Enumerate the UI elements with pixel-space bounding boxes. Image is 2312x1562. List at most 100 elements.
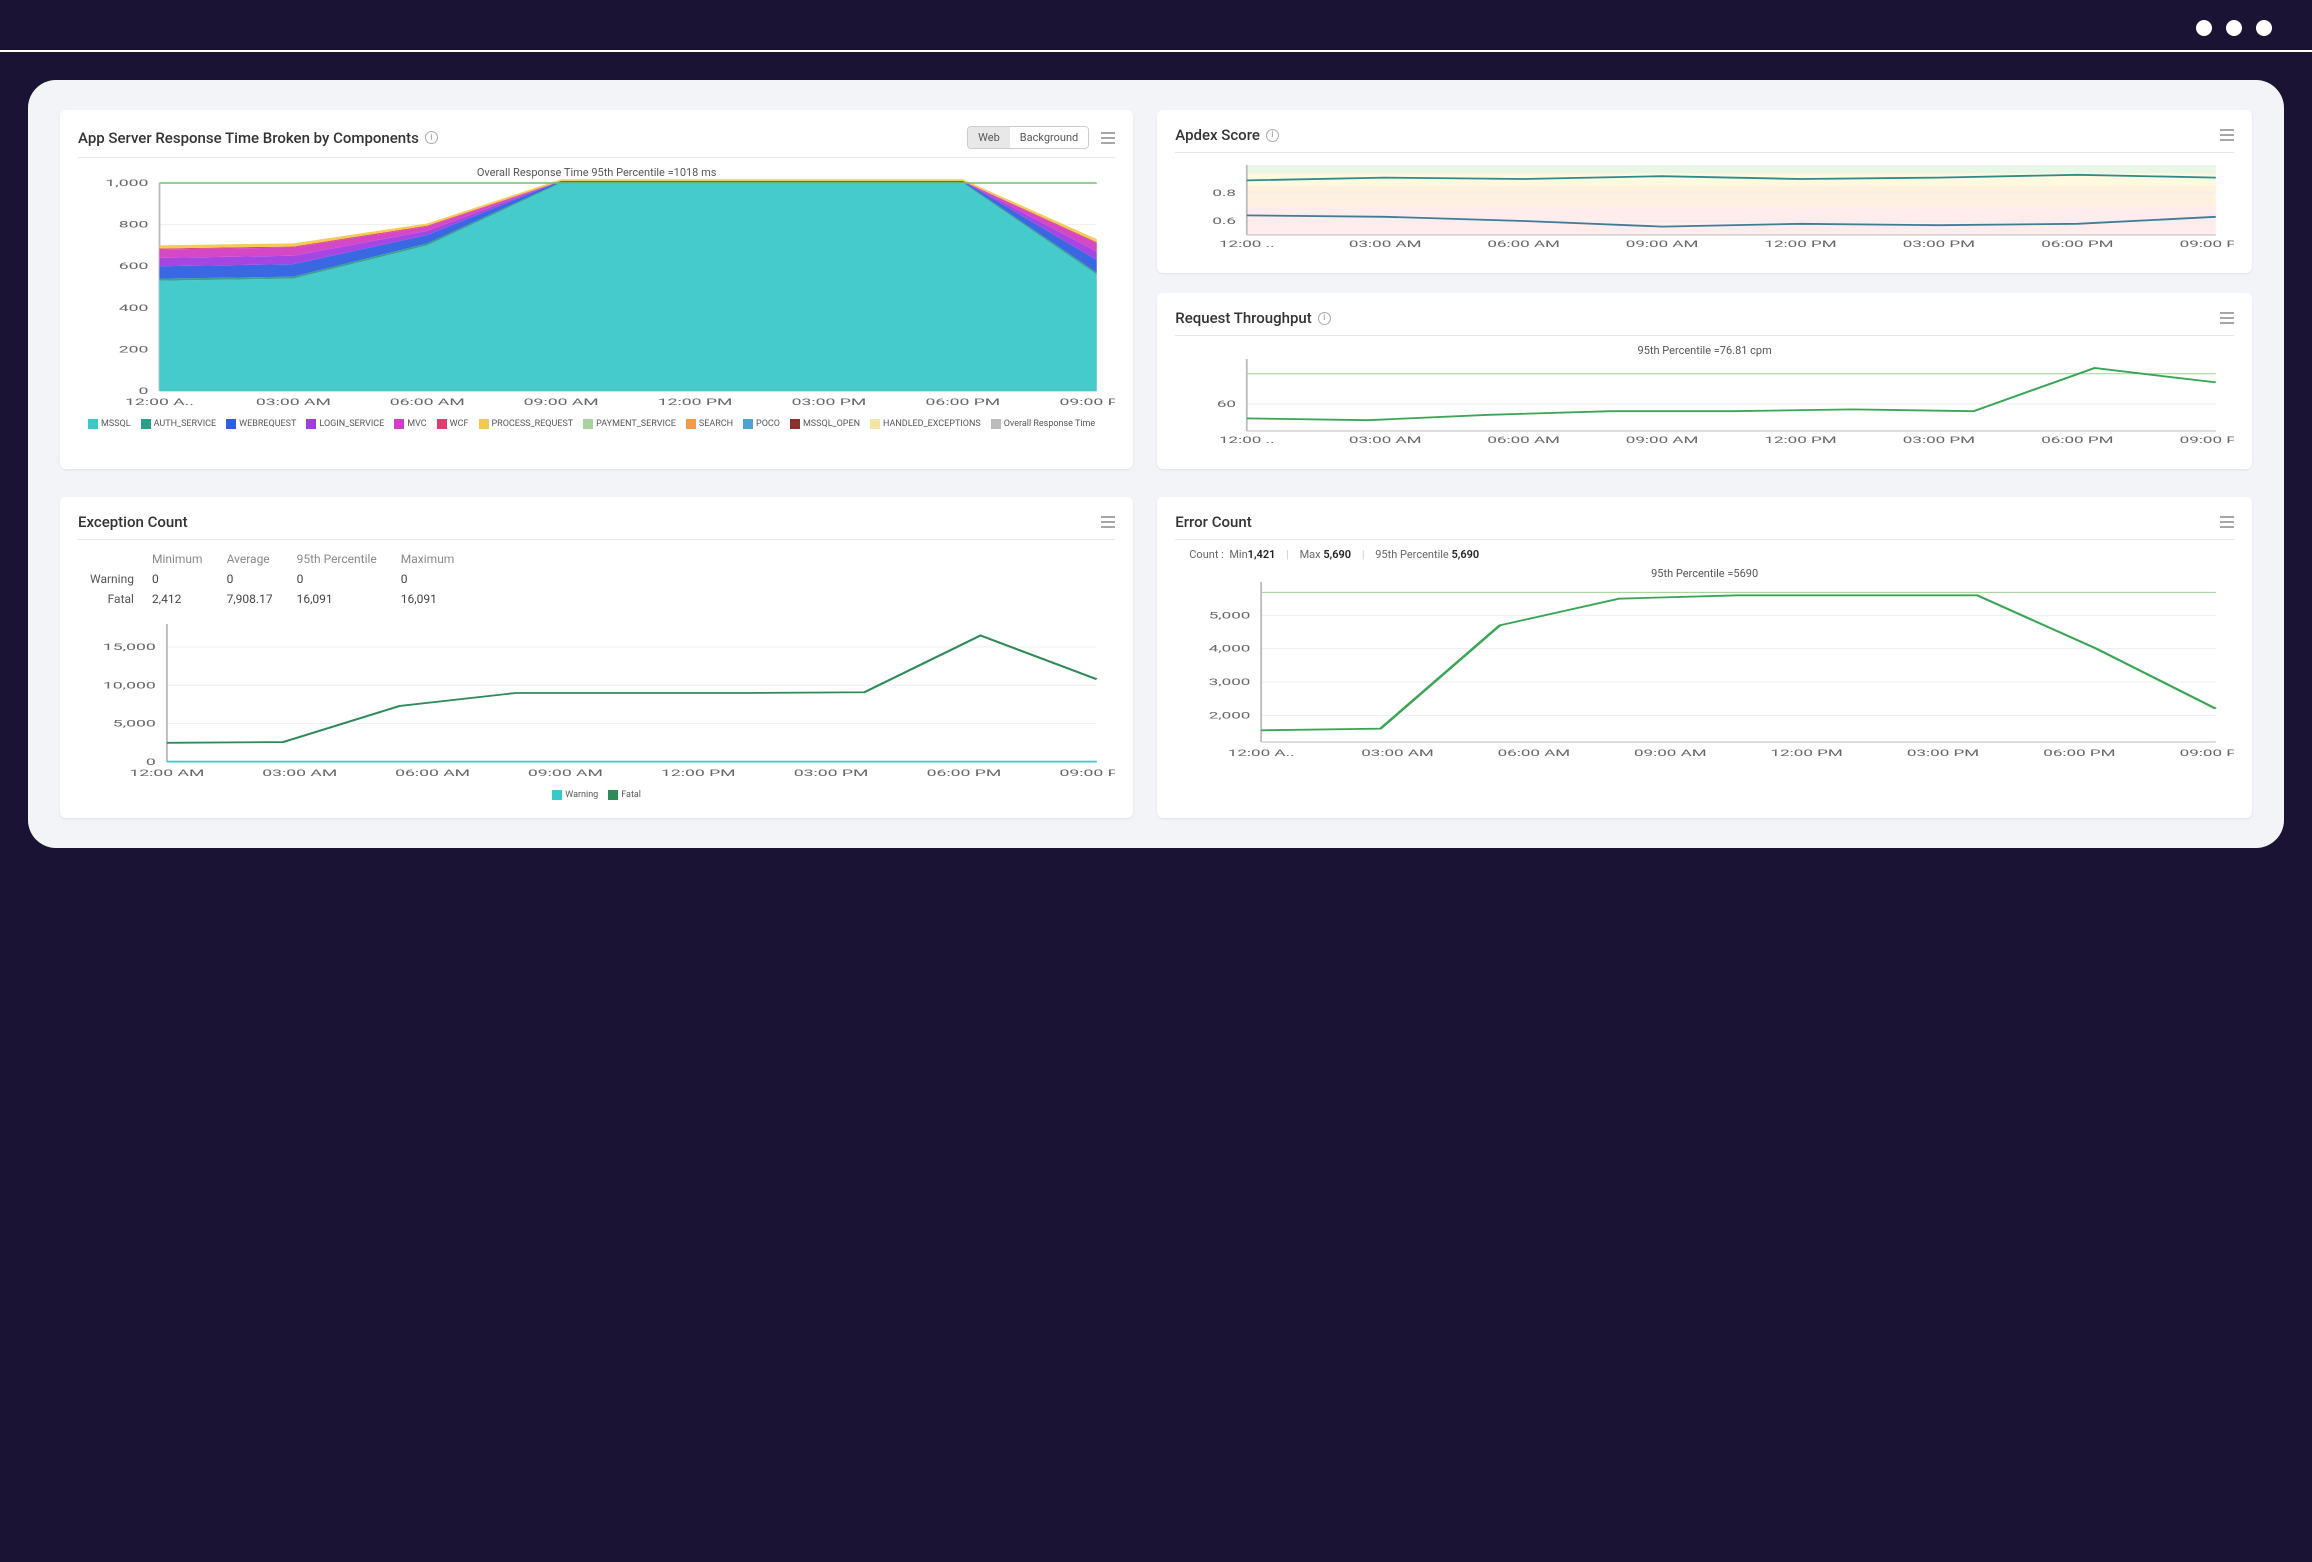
card-menu-icon[interactable] xyxy=(2220,516,2234,528)
card-title: Error Count xyxy=(1175,513,1251,531)
legend-item[interactable]: Fatal xyxy=(608,790,641,800)
legend-label: Fatal xyxy=(621,790,641,800)
legend-item[interactable]: Warning xyxy=(552,790,598,800)
svg-text:5,000: 5,000 xyxy=(1209,610,1251,621)
table-row: Fatal 2,412 7,908.17 16,091 16,091 xyxy=(90,590,476,608)
col-maximum: Maximum xyxy=(401,550,477,568)
svg-text:800: 800 xyxy=(119,220,149,231)
toggle-web-background[interactable]: Web Background xyxy=(967,126,1089,149)
svg-text:09:00 PM: 09:00 PM xyxy=(2180,239,2234,250)
dashboard-body: App Server Response Time Broken by Compo… xyxy=(28,80,2284,848)
legend-swatch xyxy=(743,419,753,429)
legend-swatch xyxy=(306,419,316,429)
max-label: Max xyxy=(1300,548,1321,561)
toggle-background[interactable]: Background xyxy=(1010,127,1088,148)
error-count-summary: Count : Min1,421 | Max 5,690 | 95th Perc… xyxy=(1189,548,2234,561)
cell: 0 xyxy=(227,570,295,588)
legend-label: LOGIN_SERVICE xyxy=(319,419,384,429)
svg-text:06:00 PM: 06:00 PM xyxy=(2042,239,2114,250)
legend-swatch xyxy=(141,419,151,429)
legend-label: HANDLED_EXCEPTIONS xyxy=(883,419,981,429)
legend-label: PROCESS_REQUEST xyxy=(492,419,574,429)
legend-item[interactable]: MSSQL xyxy=(88,419,131,429)
min-value: 1,421 xyxy=(1248,548,1276,561)
card-menu-icon[interactable] xyxy=(1101,516,1115,528)
svg-text:10,000: 10,000 xyxy=(103,680,156,691)
svg-text:03:00 PM: 03:00 PM xyxy=(1903,239,1975,250)
legend-item[interactable]: Overall Response Time xyxy=(991,419,1095,429)
legend-item[interactable]: MSSQL_OPEN xyxy=(790,419,860,429)
cell: 2,412 xyxy=(152,590,225,608)
card-apdex: Apdex Score i 0.60.812:00 ..03:00 AM06:0… xyxy=(1157,110,2252,273)
svg-text:06:00 AM: 06:00 AM xyxy=(395,768,470,779)
card-menu-icon[interactable] xyxy=(1101,132,1115,144)
legend-label: SEARCH xyxy=(699,419,733,429)
svg-text:03:00 AM: 03:00 AM xyxy=(1361,748,1434,759)
card-exception: Exception Count Minimum Average 95th Per… xyxy=(60,497,1133,818)
svg-text:06:00 PM: 06:00 PM xyxy=(927,768,1002,779)
card-title: App Server Response Time Broken by Compo… xyxy=(78,129,438,147)
row-label: Warning xyxy=(90,570,150,588)
p95-label: 95th Percentile xyxy=(1375,548,1449,561)
window-control-dot[interactable] xyxy=(2256,20,2272,36)
exception-stat-table: Minimum Average 95th Percentile Maximum … xyxy=(88,548,478,610)
chart-subtitle: 95th Percentile =76.81 cpm xyxy=(1175,344,2234,357)
svg-text:12:00 ..: 12:00 .. xyxy=(1219,435,1275,446)
svg-text:0.8: 0.8 xyxy=(1213,188,1237,199)
card-menu-icon[interactable] xyxy=(2220,312,2234,324)
legend-item[interactable]: AUTH_SERVICE xyxy=(141,419,217,429)
svg-text:03:00 AM: 03:00 AM xyxy=(1349,239,1422,250)
info-icon[interactable]: i xyxy=(425,131,438,144)
svg-text:09:00 PM: 09:00 PM xyxy=(2180,748,2234,759)
card-menu-icon[interactable] xyxy=(2220,129,2234,141)
col-average: Average xyxy=(227,550,295,568)
row-label: Fatal xyxy=(90,590,150,608)
svg-text:09:00 AM: 09:00 AM xyxy=(1626,239,1699,250)
svg-text:09:00 PM: 09:00 PM xyxy=(1059,397,1115,408)
legend-label: MSSQL xyxy=(101,419,131,429)
chart-subtitle: Overall Response Time 95th Percentile =1… xyxy=(78,166,1115,179)
legend-item[interactable]: WEBREQUEST xyxy=(226,419,296,429)
cell: 0 xyxy=(401,570,477,588)
legend-label: MSSQL_OPEN xyxy=(803,419,860,429)
legend-item[interactable]: POCO xyxy=(743,419,780,429)
info-icon[interactable]: i xyxy=(1266,129,1279,142)
legend-swatch xyxy=(437,419,447,429)
window-control-dot[interactable] xyxy=(2196,20,2212,36)
legend-swatch xyxy=(88,419,98,429)
legend-swatch xyxy=(790,419,800,429)
svg-text:60: 60 xyxy=(1217,399,1236,410)
chart-subtitle: 95th Percentile =5690 xyxy=(1175,567,2234,580)
card-error: Error Count Count : Min1,421 | Max 5,690… xyxy=(1157,497,2252,818)
legend-exception: Warning Fatal xyxy=(78,790,1115,800)
svg-text:03:00 PM: 03:00 PM xyxy=(1903,435,1975,446)
card-title-text: Error Count xyxy=(1175,513,1251,531)
legend-label: WCF xyxy=(450,419,469,429)
svg-text:15,000: 15,000 xyxy=(103,642,156,653)
legend-swatch xyxy=(608,790,618,800)
svg-text:06:00 AM: 06:00 AM xyxy=(1488,239,1561,250)
legend-item[interactable]: PAYMENT_SERVICE xyxy=(583,419,676,429)
legend-item[interactable]: LOGIN_SERVICE xyxy=(306,419,384,429)
svg-text:03:00 PM: 03:00 PM xyxy=(794,768,869,779)
legend-item[interactable]: SEARCH xyxy=(686,419,733,429)
legend-item[interactable]: MVC xyxy=(394,419,426,429)
svg-text:3,000: 3,000 xyxy=(1209,677,1251,688)
svg-text:03:00 AM: 03:00 AM xyxy=(262,768,337,779)
legend-swatch xyxy=(583,419,593,429)
info-icon[interactable]: i xyxy=(1318,312,1331,325)
legend-label: Overall Response Time xyxy=(1004,419,1095,429)
legend-item[interactable]: PROCESS_REQUEST xyxy=(479,419,574,429)
svg-text:12:00 PM: 12:00 PM xyxy=(1771,748,1843,759)
card-title-text: Apdex Score xyxy=(1175,126,1260,144)
svg-text:2,000: 2,000 xyxy=(1209,710,1251,721)
max-value: 5,690 xyxy=(1323,548,1351,561)
legend-item[interactable]: WCF xyxy=(437,419,469,429)
toggle-web[interactable]: Web xyxy=(968,127,1010,148)
legend-item[interactable]: HANDLED_EXCEPTIONS xyxy=(870,419,981,429)
legend-response-time: MSSQL AUTH_SERVICE WEBREQUEST LOGIN_SERVICE… xyxy=(78,419,1115,429)
svg-text:06:00 AM: 06:00 AM xyxy=(1498,748,1571,759)
card-title-text: App Server Response Time Broken by Compo… xyxy=(78,129,419,147)
card-throughput: Request Throughput i 95th Percentile =76… xyxy=(1157,293,2252,469)
window-control-dot[interactable] xyxy=(2226,20,2242,36)
